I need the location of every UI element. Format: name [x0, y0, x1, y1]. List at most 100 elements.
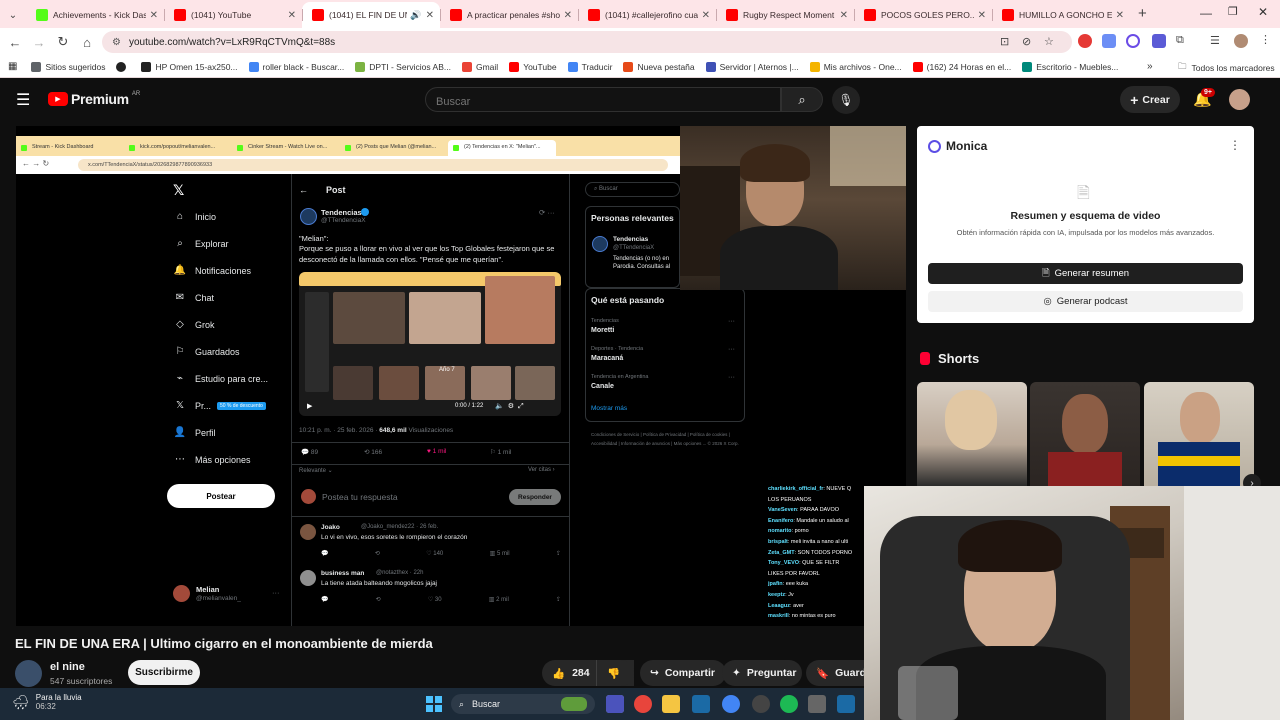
close-window-icon[interactable]: ✕: [1258, 5, 1268, 19]
new-tab-button[interactable]: +: [1138, 2, 1147, 28]
share-button[interactable]: ↪ Compartir: [640, 660, 726, 686]
bookmark-4[interactable]: roller black - Buscar...: [248, 61, 344, 72]
tab-favicon-icon: [174, 9, 186, 21]
taskbar-search[interactable]: ⌕ Buscar: [451, 694, 595, 714]
browser-tab-1[interactable]: Achievements - Kick Dash ✕: [26, 2, 164, 28]
tab-close-icon[interactable]: ✕: [1116, 10, 1124, 21]
notifications-button[interactable]: 🔔 9+: [1193, 88, 1215, 108]
hamburger-menu-icon[interactable]: ☰: [16, 90, 30, 110]
create-button[interactable]: + Crear: [1120, 86, 1180, 113]
bookmark-12[interactable]: (162) 24 Horas en el...: [912, 61, 1012, 72]
app-icon[interactable]: [808, 695, 826, 713]
reload-icon[interactable]: ↻: [51, 30, 75, 54]
browser-tab-4[interactable]: A practicar penales #shor ✕: [440, 2, 578, 28]
all-bookmarks-folder[interactable]: 🗀 Todos los marcadores: [1178, 61, 1275, 75]
tab-title: (1041) EL FIN DE UNA: [329, 10, 407, 20]
obs-icon[interactable]: [752, 695, 770, 713]
bookmark-10[interactable]: Servidor | Aternos |...: [705, 61, 799, 72]
browser-tab-6[interactable]: Rugby Respect Moment ✕: [716, 2, 854, 28]
teams-icon[interactable]: [606, 695, 624, 713]
subscribe-button[interactable]: Suscribirme: [128, 660, 200, 685]
tab-close-icon[interactable]: ✕: [288, 10, 296, 21]
youtube-logo[interactable]: ▶ Premium AR: [48, 91, 140, 107]
bookmarks-more-icon[interactable]: »: [1147, 61, 1153, 72]
chat-text: : porno: [791, 528, 809, 535]
extensions-puzzle-icon[interactable]: ⧉: [1176, 34, 1190, 48]
tab-search-icon[interactable]: ⌄: [0, 2, 26, 28]
tab-close-icon[interactable]: ✕: [426, 10, 434, 21]
steam-tray-icon[interactable]: [837, 695, 855, 713]
tab-close-icon[interactable]: ✕: [978, 10, 986, 21]
browser-tab-3[interactable]: (1041) EL FIN DE UNA🔊 ✕: [302, 2, 440, 28]
forward-icon[interactable]: →: [27, 30, 51, 54]
audio-icon[interactable]: 🔊: [410, 10, 421, 21]
bookmark-13[interactable]: Escritorio - Muebles...: [1022, 61, 1118, 72]
bookmark-label: (162) 24 Horas en el...: [926, 61, 1012, 72]
short-thumbnail-3[interactable]: [1144, 382, 1254, 486]
bookmark-star-icon[interactable]: ☆: [1044, 35, 1054, 48]
chrome-active-icon[interactable]: [722, 695, 740, 713]
spotify-icon[interactable]: [780, 695, 798, 713]
search-input[interactable]: [425, 87, 781, 112]
file-explorer-icon[interactable]: [662, 695, 680, 713]
site-info-icon[interactable]: ⚙: [112, 37, 121, 48]
chrome-menu-icon[interactable]: ⋮: [1260, 33, 1274, 47]
profile-avatar[interactable]: [1234, 34, 1248, 48]
bookmark-label: DPTI - Servicios AB...: [369, 61, 451, 72]
address-bar[interactable]: ⚙ youtube.com/watch?v=LxR9RqCTVmQ&t=88s …: [102, 31, 1072, 53]
browser-tab-8[interactable]: HUMILLO A GONCHO EN ✕: [992, 2, 1130, 28]
monica-more-icon[interactable]: ⋮: [1229, 138, 1241, 152]
bookmark-1[interactable]: Sitios sugeridos: [31, 61, 105, 72]
bookmark-5[interactable]: DPTI - Servicios AB...: [355, 61, 451, 72]
streamer-webcam: [680, 126, 906, 290]
install-icon[interactable]: ⊡: [1000, 35, 1009, 48]
media-thumb-4: [305, 292, 329, 392]
bookmark-3[interactable]: HP Omen 15-ax250...: [141, 61, 238, 72]
browser-tab-2[interactable]: (1041) YouTube ✕: [164, 2, 302, 28]
generate-podcast-button[interactable]: ◎ Generar podcast: [928, 291, 1243, 312]
apps-grid-icon[interactable]: ▦: [8, 61, 17, 72]
bookmark-9[interactable]: Nueva pestaña: [623, 61, 695, 72]
tab-close-icon[interactable]: ✕: [840, 10, 848, 21]
generate-summary-button[interactable]: 🗎 Generar resumen: [928, 263, 1243, 284]
bookmark-8[interactable]: Traducir: [567, 61, 612, 72]
extension-monica-icon[interactable]: [1126, 34, 1140, 48]
steam-icon[interactable]: [692, 695, 710, 713]
bookmark-11[interactable]: Mis archivos - One...: [809, 61, 902, 72]
account-avatar[interactable]: [1229, 89, 1250, 110]
bookmark-icon: [809, 61, 820, 72]
tab-list-icon[interactable]: ☰: [1210, 34, 1224, 48]
back-icon[interactable]: ←: [3, 30, 27, 54]
extension-shield-icon[interactable]: [1152, 34, 1166, 48]
minimize-icon[interactable]: —: [1200, 6, 1212, 20]
short-thumbnail-1[interactable]: [917, 382, 1027, 486]
x-post-header: Post: [326, 185, 346, 195]
browser-tab-5[interactable]: (1041) #callejerofino cuar ✕: [578, 2, 716, 28]
bookmark-6[interactable]: Gmail: [461, 61, 498, 72]
video-player[interactable]: Stream - Kick Dashboard kick.com/popout/m…: [16, 126, 906, 626]
bookmark-7[interactable]: YouTube: [509, 61, 557, 72]
chrome-icon[interactable]: [634, 695, 652, 713]
short-thumbnail-2[interactable]: [1030, 382, 1140, 486]
bookmark-2[interactable]: [116, 61, 130, 72]
search-button[interactable]: ⌕: [781, 87, 823, 112]
tab-favicon-icon: [450, 9, 462, 21]
channel-avatar[interactable]: [15, 660, 42, 687]
voice-search-button[interactable]: 🎙: [832, 86, 860, 114]
weather-widget[interactable]: 🌧 Para la lluvia 06:32: [12, 693, 82, 711]
tab-close-icon[interactable]: ✕: [702, 10, 710, 21]
hide-icon[interactable]: ⊘: [1022, 35, 1031, 48]
tab-close-icon[interactable]: ✕: [150, 10, 158, 21]
x-logo: 𝕏: [173, 182, 185, 198]
restore-icon[interactable]: ❐: [1228, 5, 1238, 18]
ask-button[interactable]: ✦ Preguntar: [722, 660, 802, 686]
dislike-button[interactable]: 👎: [596, 660, 634, 686]
channel-name[interactable]: el nine: [50, 661, 85, 673]
extension-red-icon[interactable]: [1078, 34, 1092, 48]
share-icon: ↪: [650, 667, 659, 679]
extension-translate-icon[interactable]: [1102, 34, 1116, 48]
tab-close-icon[interactable]: ✕: [564, 10, 572, 21]
browser-tab-7[interactable]: POCOS GOLES PERO... - Y ✕: [854, 2, 992, 28]
start-icon[interactable]: [426, 696, 442, 712]
home-icon[interactable]: ⌂: [75, 30, 99, 54]
